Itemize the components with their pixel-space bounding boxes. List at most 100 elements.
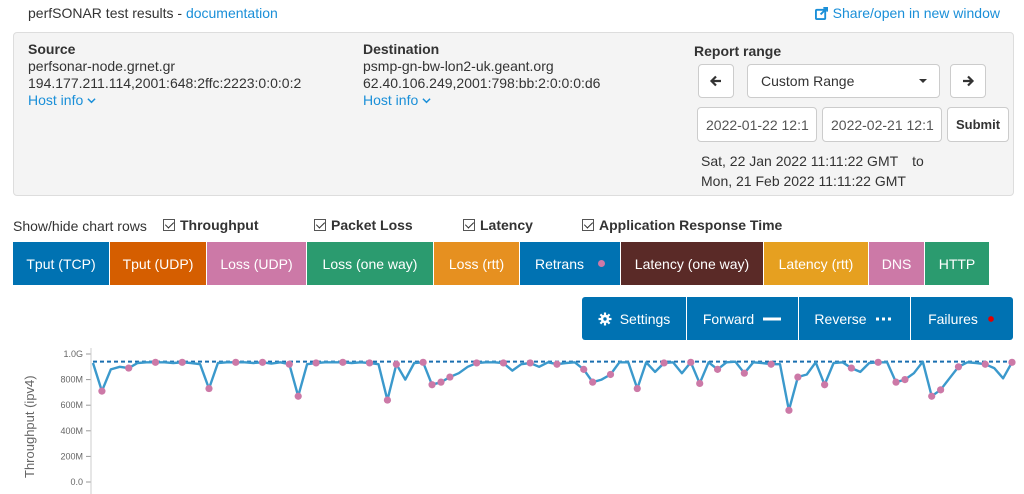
external-link-icon	[814, 6, 828, 20]
retrans-marker[interactable]	[589, 378, 597, 386]
retrans-marker[interactable]	[928, 392, 936, 400]
end-date-input[interactable]: 2022-02-21 12:1	[822, 107, 942, 142]
retrans-marker[interactable]	[446, 373, 454, 381]
forward-label: Forward	[702, 310, 755, 327]
throughput-checkbox[interactable]: Throughput	[163, 217, 259, 233]
retrans-marker[interactable]	[151, 358, 160, 366]
tab-latency-one-way[interactable]: Latency (one way)	[621, 242, 764, 285]
start-date-input[interactable]: 2022-01-22 12:1	[697, 107, 817, 142]
retrans-marker[interactable]	[499, 359, 508, 367]
retrans-marker[interactable]	[419, 358, 427, 366]
retrans-marker[interactable]	[580, 365, 588, 373]
failure-dot-icon	[988, 315, 994, 322]
documentation-link[interactable]: documentation	[186, 5, 278, 21]
tab-loss-one-way-label: Loss (one way)	[322, 255, 418, 272]
retrans-marker[interactable]	[392, 360, 400, 368]
destination-column: Destination psmp-gn-bw-lon2-uk.geant.org…	[363, 41, 600, 109]
retrans-marker[interactable]	[633, 384, 641, 393]
retrans-marker[interactable]	[553, 360, 561, 368]
dotted-line-icon	[875, 317, 894, 320]
checkbox-checked-icon	[163, 219, 175, 231]
tab-latency-one-way-label: Latency (one way)	[634, 255, 750, 272]
tab-tput-udp-label: Tput (UDP)	[122, 255, 194, 272]
range-to-text: to	[912, 153, 924, 169]
share-link[interactable]: Share/open in new window	[814, 5, 1000, 21]
retrans-marker[interactable]	[847, 364, 855, 372]
tab-tput-udp[interactable]: Tput (UDP)	[110, 242, 207, 285]
retrans-marker[interactable]	[473, 359, 481, 367]
retrans-marker[interactable]	[428, 381, 436, 389]
tab-loss-udp-label: Loss (UDP)	[220, 255, 293, 272]
retrans-marker[interactable]	[794, 373, 802, 381]
latency-checkbox-label: Latency	[480, 217, 533, 233]
retrans-marker[interactable]	[740, 369, 748, 377]
share-link-label: Share/open in new window	[832, 5, 1000, 21]
tab-http[interactable]: HTTP	[925, 242, 989, 285]
retrans-marker[interactable]	[339, 358, 347, 366]
settings-label: Settings	[619, 310, 671, 327]
packet-loss-checkbox-label: Packet Loss	[331, 217, 413, 233]
failures-toggle[interactable]: Failures	[911, 297, 1013, 340]
packet-loss-checkbox[interactable]: Packet Loss	[314, 217, 413, 233]
retrans-marker[interactable]	[125, 364, 133, 372]
tab-retrans[interactable]: Retrans	[520, 242, 621, 285]
forward-toggle[interactable]: Forward	[687, 297, 799, 340]
retrans-marker[interactable]	[383, 396, 392, 404]
previous-range-button[interactable]	[698, 64, 734, 98]
app-response-time-checkbox[interactable]: Application Response Time	[582, 217, 782, 233]
retrans-marker[interactable]	[258, 358, 267, 366]
submit-button[interactable]: Submit	[947, 107, 1009, 142]
source-column: Source perfsonar-node.grnet.gr 194.177.2…	[28, 41, 301, 109]
throughput-chart: 0.0 200M 400M 600M 800M 1.0G Throughput (ipv4…	[22, 348, 1016, 494]
tab-dns[interactable]: DNS	[869, 242, 925, 285]
retrans-marker[interactable]	[901, 376, 909, 384]
retrans-marker[interactable]	[526, 359, 534, 367]
reverse-toggle[interactable]: Reverse	[799, 297, 911, 340]
retrans-marker[interactable]	[874, 358, 882, 366]
retrans-marker[interactable]	[892, 378, 900, 386]
destination-heading: Destination	[363, 41, 440, 57]
tab-retrans-label: Retrans	[534, 255, 585, 272]
source-host-info-toggle[interactable]: Host info	[28, 92, 96, 109]
retrans-marker[interactable]	[205, 384, 213, 393]
retrans-marker[interactable]	[294, 392, 302, 400]
gear-icon	[598, 312, 612, 325]
retrans-marker[interactable]	[606, 370, 615, 379]
y-tick-label: 800M	[60, 375, 83, 385]
y-axis-label: Throughput (ipv4)	[22, 375, 37, 478]
retrans-marker[interactable]	[785, 406, 793, 414]
latency-checkbox[interactable]: Latency	[463, 217, 533, 233]
retrans-marker[interactable]	[713, 365, 722, 373]
tab-latency-rtt-label: Latency (rtt)	[778, 255, 854, 272]
tab-tput-tcp[interactable]: Tput (TCP)	[13, 242, 110, 285]
retrans-marker[interactable]	[365, 359, 374, 367]
report-range-heading: Report range	[694, 43, 782, 59]
tab-latency-rtt[interactable]: Latency (rtt)	[764, 242, 869, 285]
retrans-marker[interactable]	[312, 359, 320, 367]
source-heading: Source	[28, 41, 76, 57]
retrans-marker[interactable]	[98, 387, 106, 395]
range-select[interactable]: Custom Range	[747, 64, 940, 98]
retrans-marker[interactable]	[821, 381, 829, 389]
retrans-marker[interactable]	[285, 360, 293, 368]
retrans-marker[interactable]	[954, 363, 963, 371]
next-range-button[interactable]	[950, 64, 986, 98]
caret-down-icon	[919, 79, 927, 83]
retrans-marker[interactable]	[232, 358, 240, 366]
reverse-label: Reverse	[814, 310, 867, 327]
retrans-marker[interactable]	[981, 360, 989, 368]
settings-button[interactable]: Settings	[582, 297, 687, 340]
retrans-marker[interactable]	[687, 358, 695, 366]
retrans-marker[interactable]	[660, 359, 668, 367]
tab-loss-rtt[interactable]: Loss (rtt)	[434, 242, 520, 285]
retrans-marker[interactable]	[696, 379, 704, 388]
retrans-marker[interactable]	[1008, 358, 1016, 366]
destination-host-info-toggle[interactable]: Host info	[363, 92, 431, 109]
range-summary: Sat, 22 Jan 2022 11:11:22 GMT to Mon, 21 …	[701, 151, 924, 191]
retrans-marker[interactable]	[437, 378, 445, 386]
tab-loss-udp[interactable]: Loss (UDP)	[207, 242, 307, 285]
tab-loss-one-way[interactable]: Loss (one way)	[307, 242, 434, 285]
retrans-marker[interactable]	[937, 386, 945, 394]
retrans-marker[interactable]	[178, 358, 186, 366]
retrans-marker[interactable]	[767, 360, 775, 368]
